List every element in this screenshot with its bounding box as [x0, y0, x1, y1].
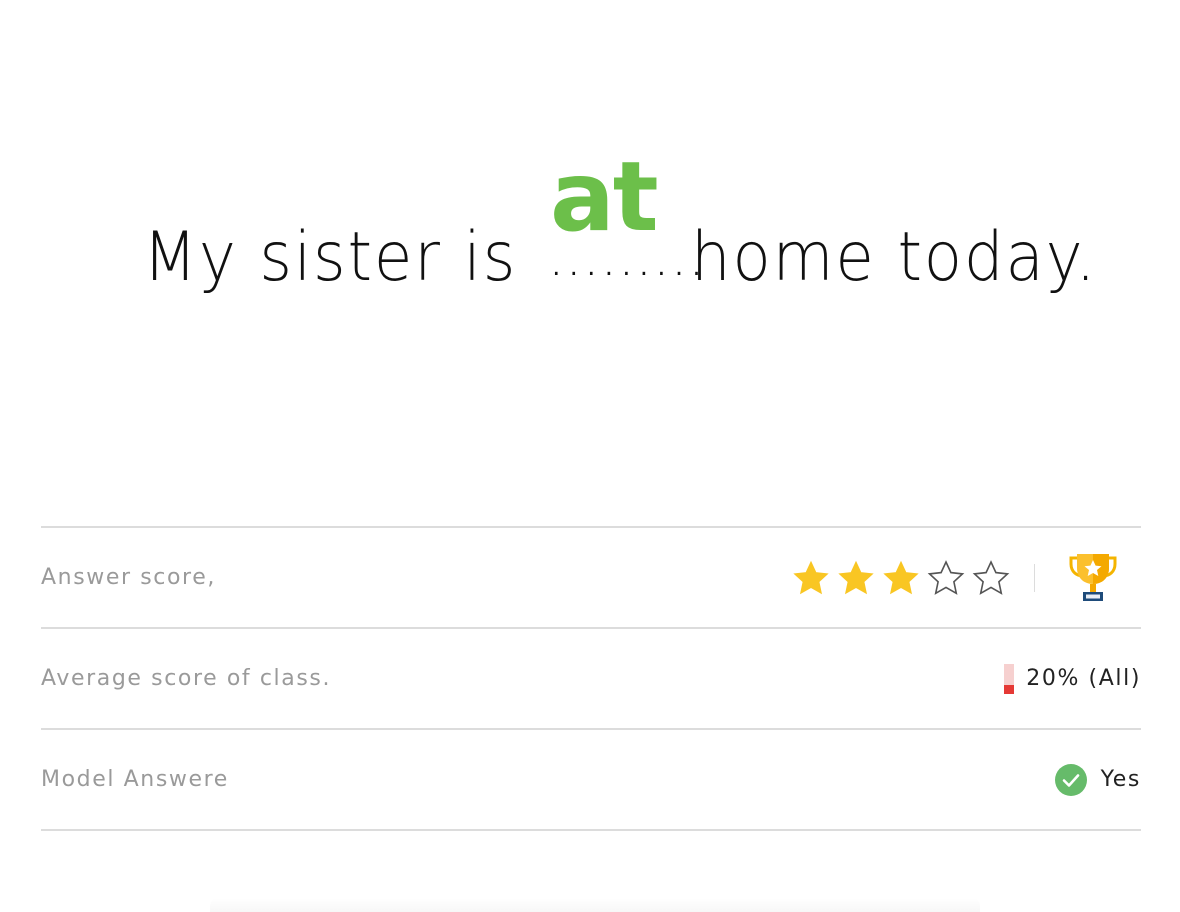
bottom-panel-edge: [210, 898, 980, 912]
answer-score-row: Answer score,: [41, 526, 1141, 627]
average-score-value: 20% (All): [1004, 629, 1141, 728]
star-rating: [792, 559, 1010, 596]
answer-score-value: [792, 528, 1141, 627]
trophy-icon[interactable]: [1069, 552, 1117, 604]
star-empty-icon[interactable]: [972, 559, 1010, 596]
star-filled-icon[interactable]: [792, 560, 830, 596]
average-score-text: 20% (All): [1026, 666, 1141, 691]
average-score-row: Average score of class. 20% (All): [41, 627, 1141, 728]
sentence-after-text: home today.: [691, 218, 1098, 297]
model-answer-label: Model Answere: [41, 767, 229, 792]
results-table: Answer score, Average score of class. 20…: [41, 526, 1141, 831]
model-answer-row: Model Answere Yes: [41, 728, 1141, 831]
page: My sister is at ......... home today. An…: [0, 0, 1180, 912]
average-score-bar: [1004, 663, 1015, 694]
question-sentence: My sister is at ......... home today.: [143, 142, 1143, 330]
blank-dots: .........: [548, 228, 706, 288]
check-circle-icon: [1054, 763, 1087, 796]
star-filled-icon[interactable]: [882, 560, 920, 596]
average-score-label: Average score of class.: [41, 666, 332, 691]
model-answer-text: Yes: [1100, 767, 1141, 792]
model-answer-value: Yes: [1054, 730, 1141, 829]
answer-score-label: Answer score,: [41, 565, 216, 590]
vertical-divider: [1034, 563, 1035, 592]
star-filled-icon[interactable]: [837, 560, 875, 596]
star-empty-icon[interactable]: [927, 559, 965, 596]
sentence-before-text: My sister is: [143, 218, 518, 297]
answer-blank: at .........: [548, 142, 705, 330]
average-score-bar-fill: [1004, 684, 1015, 694]
